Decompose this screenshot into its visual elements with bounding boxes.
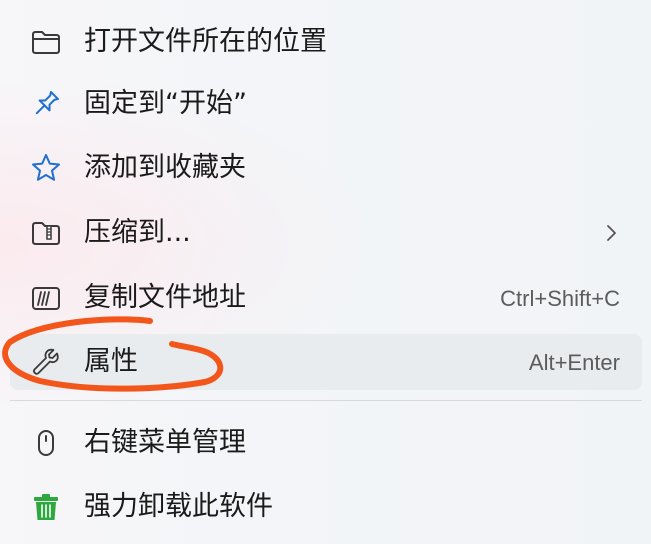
- keyboard-shortcut: Alt+Enter: [528, 350, 620, 375]
- menu-item-label: 右键菜单管理: [84, 427, 246, 458]
- menu-item-compress-to[interactable]: 压缩到...: [10, 205, 642, 261]
- chevron-right-icon: [604, 223, 618, 243]
- menu-item-properties[interactable]: 属性 Alt+Enter: [10, 334, 642, 390]
- menu-item-label: 复制文件地址: [84, 282, 246, 313]
- keyboard-shortcut: Ctrl+Shift+C: [500, 286, 620, 311]
- menu-item-label: 属性: [84, 346, 138, 377]
- menu-item-label: 强力卸载此软件: [84, 491, 273, 522]
- trash-icon: [30, 491, 62, 523]
- menu-item-pin-to-start[interactable]: 固定到“开始”: [10, 76, 642, 132]
- menu-item-label: 固定到“开始”: [84, 88, 247, 119]
- menu-item-label: 打开文件所在的位置: [84, 26, 327, 57]
- menu-item-label: 压缩到...: [84, 217, 191, 248]
- menu-item-force-uninstall[interactable]: 强力卸载此软件: [10, 479, 642, 535]
- context-menu: 打开文件所在的位置 固定到“开始” 添加到收藏夹 压缩到... 复制文件地址 C…: [0, 0, 651, 544]
- menu-item-context-menu-manager[interactable]: 右键菜单管理: [10, 415, 642, 471]
- zip-folder-icon: [30, 217, 62, 249]
- pin-icon: [30, 88, 62, 120]
- mouse-icon: [30, 427, 62, 459]
- wrench-icon: [30, 346, 62, 378]
- folder-icon: [30, 26, 62, 58]
- menu-item-open-file-location[interactable]: 打开文件所在的位置: [10, 14, 642, 70]
- menu-separator: [10, 400, 642, 401]
- menu-item-add-to-favorites[interactable]: 添加到收藏夹: [10, 140, 642, 196]
- menu-item-copy-file-path[interactable]: 复制文件地址 Ctrl+Shift+C: [10, 270, 642, 326]
- copy-path-icon: [30, 282, 62, 314]
- menu-item-label: 添加到收藏夹: [84, 152, 246, 183]
- star-icon: [30, 152, 62, 184]
